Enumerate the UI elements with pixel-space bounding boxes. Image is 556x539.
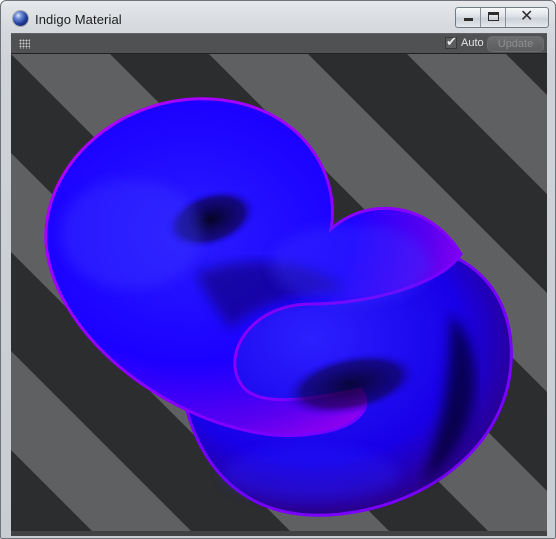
indigo-sphere-icon (13, 11, 28, 26)
window-title: Indigo Material (35, 12, 122, 27)
minimize-icon (464, 18, 473, 21)
maximize-icon (488, 12, 499, 21)
indigo-material-window: Indigo Material ✕ ✔ Auto Update (0, 0, 556, 539)
maximize-button[interactable] (481, 8, 506, 27)
preview-render (11, 54, 547, 532)
update-button[interactable]: Update (487, 36, 544, 52)
auto-checkbox[interactable]: ✔ (445, 34, 457, 49)
preview-footer (11, 531, 547, 536)
checkmark-icon: ✔ (446, 34, 457, 49)
caption-buttons: ✕ (455, 7, 549, 28)
grip-icon[interactable] (19, 39, 30, 49)
title-bar[interactable]: Indigo Material ✕ (1, 1, 555, 31)
preview-toolbar: ✔ Auto Update (11, 33, 547, 54)
minimize-button[interactable] (456, 8, 481, 27)
material-preview[interactable] (11, 53, 547, 532)
close-button[interactable]: ✕ (506, 8, 548, 27)
auto-label[interactable]: Auto (461, 37, 484, 49)
close-icon: ✕ (520, 8, 534, 25)
